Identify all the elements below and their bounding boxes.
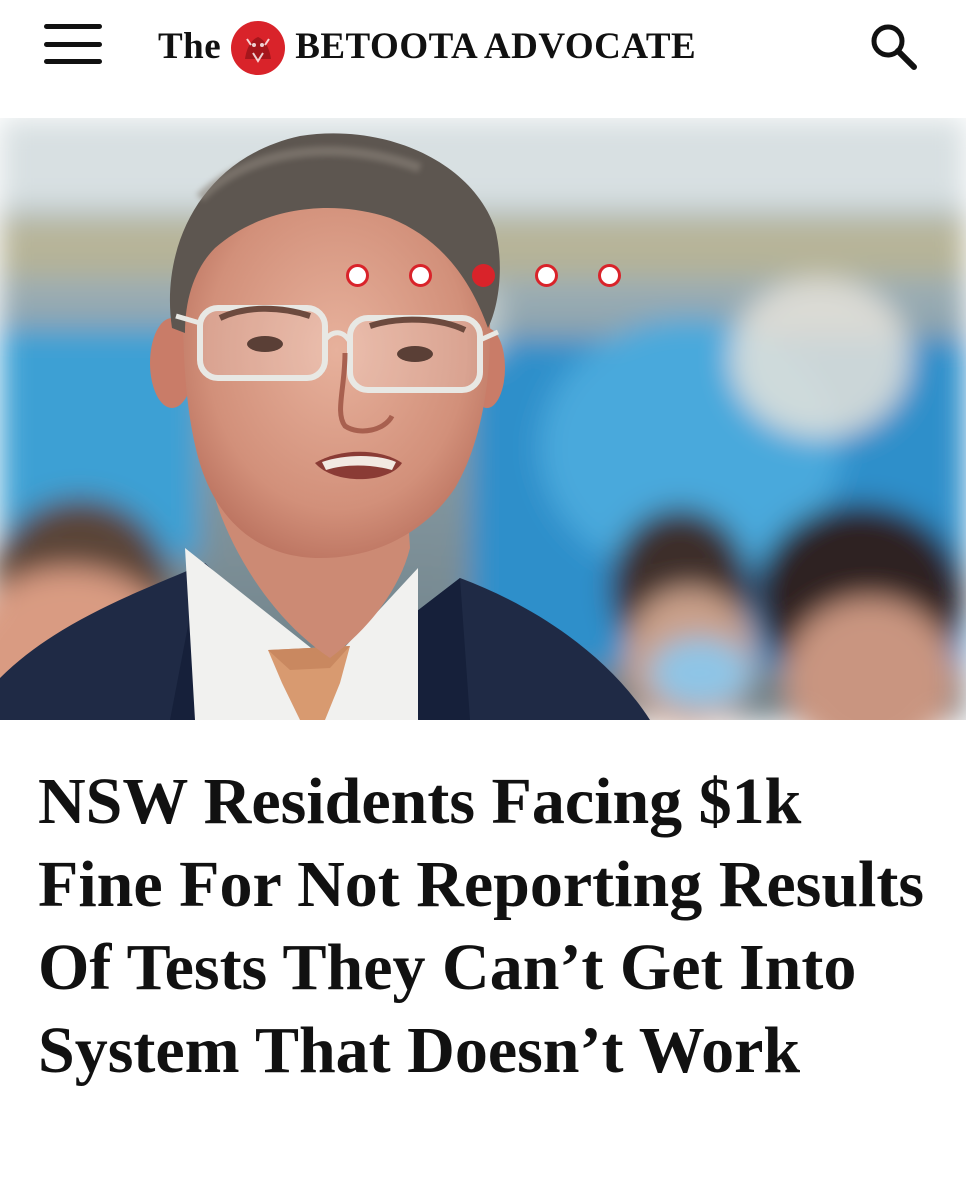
- brand-prefix: The: [158, 25, 222, 67]
- carousel-indicators: [0, 264, 966, 294]
- hero-photo: [0, 118, 966, 720]
- search-icon[interactable]: [866, 20, 922, 72]
- site-header: The BETOOTA ADVOCATE: [0, 0, 966, 118]
- site-logo[interactable]: The BETOOTA ADVOCATE: [158, 16, 696, 76]
- carousel-dot-active[interactable]: [471, 264, 495, 287]
- carousel-dot[interactable]: [408, 264, 432, 287]
- betoota-logo-icon: [231, 21, 286, 75]
- brand-name: BETOOTA ADVOCATE: [295, 25, 697, 67]
- carousel-dot[interactable]: [345, 264, 369, 287]
- hamburger-menu-icon[interactable]: [44, 24, 102, 64]
- article-headline[interactable]: NSW Residents Facing $1k Fine For Not Re…: [38, 760, 938, 1092]
- menu-bar: [44, 59, 102, 64]
- carousel-dot[interactable]: [597, 264, 621, 287]
- menu-bar: [44, 41, 102, 47]
- hero-image[interactable]: [0, 118, 966, 720]
- carousel-dot[interactable]: [534, 264, 558, 287]
- menu-bar: [44, 24, 102, 29]
